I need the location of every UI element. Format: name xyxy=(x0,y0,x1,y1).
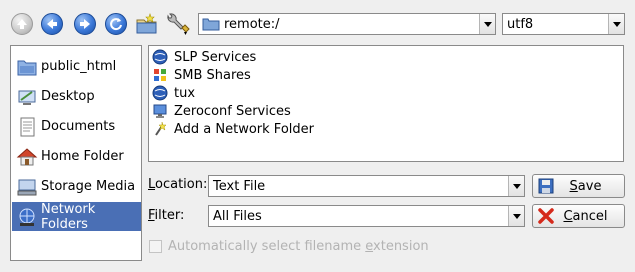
chevron-down-icon[interactable] xyxy=(479,14,495,34)
sidebar-item-label: Network Folders xyxy=(41,201,96,232)
up-button[interactable] xyxy=(11,13,33,35)
list-item-label: tux xyxy=(174,85,196,101)
sidebar-item-label: Desktop xyxy=(41,89,95,104)
location-value: Text File xyxy=(213,178,266,194)
sidebar-item-label: Documents xyxy=(41,119,116,134)
storage-icon xyxy=(17,179,37,195)
list-item-label: SLP Services xyxy=(174,49,257,65)
network-icon xyxy=(19,208,35,226)
sidebar-item-desktop[interactable]: Desktop xyxy=(12,82,141,111)
save-icon xyxy=(538,178,554,194)
sidebar-item-label: public_html xyxy=(41,59,117,74)
location-path: remote:/ xyxy=(224,16,280,32)
places-sidebar: public_html Desktop Documents Home Folde… xyxy=(10,45,142,261)
wizard-icon xyxy=(155,121,167,136)
back-arrow-icon xyxy=(47,19,57,29)
location-label: Location: xyxy=(148,177,208,192)
filter-field[interactable]: All Files xyxy=(208,205,525,227)
folder-icon xyxy=(202,18,220,31)
list-item-label: Zeroconf Services xyxy=(174,103,291,119)
sidebar-item-label: Home Folder xyxy=(41,149,124,164)
sidebar-item-storage-media[interactable]: Storage Media xyxy=(12,172,141,201)
wrench-icon xyxy=(167,13,190,35)
encoding-combo[interactable]: utf8 xyxy=(502,13,625,35)
monitor-icon xyxy=(153,104,167,118)
back-button[interactable] xyxy=(41,13,63,35)
auto-extension-label: Automatically select filename extension xyxy=(168,239,429,254)
list-item[interactable]: Add a Network Folder xyxy=(152,120,314,138)
chevron-down-icon[interactable] xyxy=(608,14,624,34)
list-item[interactable]: SLP Services xyxy=(152,48,256,66)
home-icon xyxy=(16,147,38,165)
list-item-label: Add a Network Folder xyxy=(174,121,314,137)
location-field[interactable]: Text File xyxy=(208,175,525,197)
list-item[interactable]: tux xyxy=(152,84,195,102)
list-item[interactable]: Zeroconf Services xyxy=(152,102,291,120)
reload-button[interactable] xyxy=(105,13,127,35)
save-button[interactable]: Save xyxy=(532,174,625,198)
cancel-icon xyxy=(538,208,554,224)
forward-arrow-icon xyxy=(80,19,90,29)
sidebar-item-home-folder[interactable]: Home Folder xyxy=(12,142,141,171)
globe-icon xyxy=(152,49,168,65)
auto-extension-checkbox[interactable] xyxy=(149,240,162,253)
desktop-icon xyxy=(18,90,36,105)
sidebar-item-documents[interactable]: Documents xyxy=(12,112,141,141)
location-combo[interactable]: remote:/ xyxy=(198,13,496,35)
cancel-button[interactable]: Cancel xyxy=(532,204,625,228)
encoding-value: utf8 xyxy=(507,16,534,32)
forward-button[interactable] xyxy=(74,13,96,35)
sidebar-item-network-folders[interactable]: Network Folders xyxy=(12,201,141,232)
chevron-down-icon[interactable] xyxy=(508,206,524,226)
new-folder-button[interactable] xyxy=(135,12,159,36)
globe-icon xyxy=(152,85,168,101)
folder-icon xyxy=(17,60,37,75)
list-item-label: SMB Shares xyxy=(174,67,251,83)
file-list[interactable]: SLP Services SMB Shares tux Zeroconf Ser… xyxy=(148,45,624,162)
reload-icon xyxy=(110,18,122,31)
filter-label: Filter: xyxy=(148,208,185,223)
up-arrow-icon xyxy=(17,19,27,29)
windows-icon xyxy=(154,69,166,81)
new-folder-icon xyxy=(136,13,157,34)
sidebar-item-public-html[interactable]: public_html xyxy=(12,52,141,81)
filter-value: All Files xyxy=(213,208,262,224)
sidebar-item-label: Storage Media xyxy=(41,179,136,194)
documents-icon xyxy=(20,117,35,136)
list-item[interactable]: SMB Shares xyxy=(152,66,251,84)
chevron-down-icon[interactable] xyxy=(508,176,524,196)
options-button[interactable] xyxy=(165,12,191,36)
